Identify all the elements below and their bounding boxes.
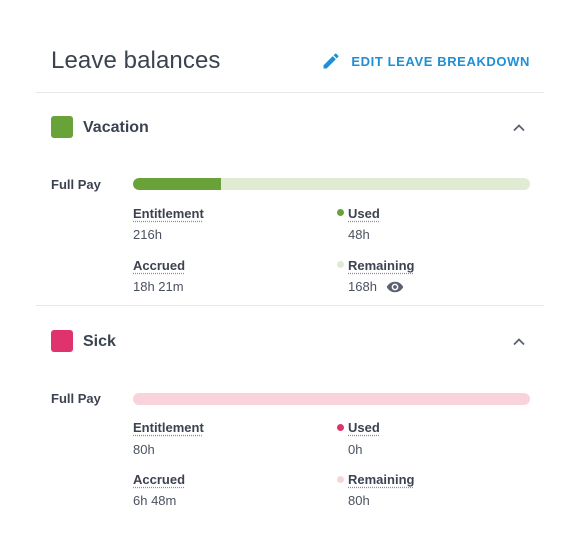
sick-entitlement-label[interactable]: Entitlement	[133, 420, 204, 435]
page-title: Leave balances	[51, 47, 221, 74]
sick-used-value: 0h	[348, 442, 363, 457]
sick-remaining-value: 80h	[348, 493, 370, 508]
vacation-used-label[interactable]: Used	[348, 206, 380, 221]
leave-balances-card: Leave balances EDIT LEAVE BREAKDOWN Vaca…	[36, 0, 544, 556]
vacation-used-value: 48h	[348, 227, 370, 242]
remaining-dot	[337, 261, 344, 268]
vacation-title: Vacation	[83, 119, 149, 136]
edit-leave-breakdown-label: EDIT LEAVE BREAKDOWN	[351, 53, 530, 69]
vacation-balance-bar	[133, 178, 530, 190]
pencil-icon	[323, 53, 339, 69]
sick-remaining-label[interactable]: Remaining	[348, 472, 414, 487]
edit-leave-breakdown-button[interactable]: EDIT LEAVE BREAKDOWN	[321, 51, 530, 71]
sick-accrued-value: 6h 48m	[133, 493, 177, 508]
chevron-up-icon[interactable]	[511, 334, 527, 350]
vacation-remaining-label[interactable]: Remaining	[348, 258, 414, 273]
vacation-used-fill	[133, 178, 222, 190]
sick-pay-label: Full Pay	[51, 391, 101, 406]
chevron-up-icon[interactable]	[511, 120, 527, 136]
vacation-pay-label: Full Pay	[51, 177, 101, 192]
used-dot	[337, 209, 344, 216]
remaining-dot	[337, 476, 344, 483]
sick-title: Sick	[83, 333, 116, 350]
vacation-entitlement-label[interactable]: Entitlement	[133, 206, 204, 221]
vacation-remaining-value: 168h	[348, 279, 377, 294]
sick-used-label[interactable]: Used	[348, 420, 380, 435]
sick-color-swatch	[51, 330, 73, 352]
sick-entitlement-value: 80h	[133, 442, 155, 457]
sick-accrued-label[interactable]: Accrued	[133, 472, 185, 487]
vacation-accrued-value: 18h 21m	[133, 279, 184, 294]
sick-balance-bar	[133, 393, 530, 405]
card-header: Leave balances EDIT LEAVE BREAKDOWN	[36, 0, 544, 93]
eye-icon[interactable]	[386, 280, 404, 294]
vacation-accrued-label[interactable]: Accrued	[133, 258, 185, 273]
vacation-section: Vacation Full Pay Entitlement 216h Accru…	[36, 93, 544, 306]
sick-section: Sick Full Pay Entitlement 80h Accrued 6h…	[36, 306, 544, 536]
used-dot	[337, 424, 344, 431]
vacation-entitlement-value: 216h	[133, 227, 162, 242]
vacation-color-swatch	[51, 116, 73, 138]
